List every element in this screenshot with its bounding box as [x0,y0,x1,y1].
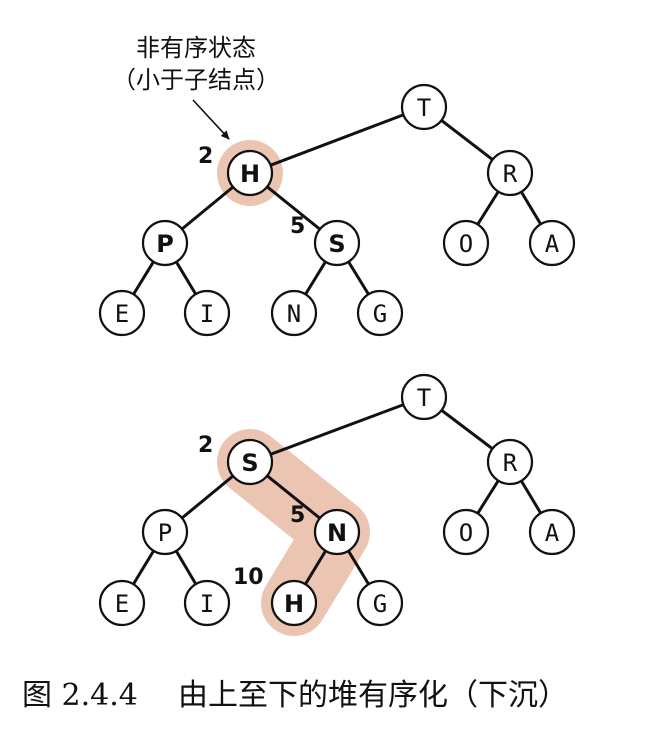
tree-after: T S 2 R P N5 O A E I H 10 G [98,373,576,636]
annotation: 非有序状态 （小于子结点） [112,34,280,140]
figure-number: 图 2.4.4 [22,678,138,713]
node-label: E [115,300,129,328]
node-label: T [417,384,431,412]
heap-index-label: 5 [290,214,305,239]
heap-index-label: 2 [198,144,213,169]
node-R: R [486,438,534,486]
heap-index-label: 5 [290,503,305,528]
node-O: O [442,508,490,556]
node-P: P [141,219,189,267]
tree-before: T H 2 R P S5 O A E I N G [98,83,576,337]
node-label: E [115,590,129,618]
node-N: N [270,289,318,337]
node-I: I [183,579,231,627]
node-O: O [442,219,490,267]
node-label: A [545,519,560,547]
heap-index-label: 10 [233,565,264,590]
node-G: G [356,289,404,337]
heap-sink-diagram: 非有序状态 （小于子结点） TH2RP S5O AE I N G TS2RP N5O AE I H… [22,34,576,713]
node-label: G [373,300,387,328]
node-label: P [156,230,174,258]
edge-T-S [248,395,426,464]
node-label: G [373,590,387,618]
annotation-line2: （小于子结点） [112,66,280,94]
annotation-line1: 非有序状态 [136,34,256,62]
node-label: R [503,160,518,188]
node-E: E [98,289,146,337]
node-label: H [284,590,304,618]
node-E: E [98,579,146,627]
node-label: I [200,590,214,618]
node-label: A [545,230,560,258]
node-I: I [183,289,231,337]
node-label: N [287,300,301,328]
node-label: P [158,519,172,547]
edge-T-H [248,105,426,175]
node-A: A [528,508,576,556]
heap-index-label: 2 [198,433,213,458]
figure-title: 由上至下的堆有序化（下沉） [178,678,568,713]
node-G: G [356,579,404,627]
node-label: S [328,230,345,258]
node-label: I [200,300,214,328]
node-P: P [141,508,189,556]
node-R: R [486,149,534,197]
node-A: A [528,219,576,267]
node-label: O [459,230,473,258]
node-label: H [240,160,260,188]
node-label: R [503,449,518,477]
node-label: T [417,94,431,122]
node-T: T [400,373,448,421]
node-S: S5 [290,214,361,267]
node-label: O [459,519,473,547]
node-T: T [400,83,448,131]
node-label: S [241,449,258,477]
node-label: N [327,519,347,547]
annotation-arrow [192,99,230,140]
